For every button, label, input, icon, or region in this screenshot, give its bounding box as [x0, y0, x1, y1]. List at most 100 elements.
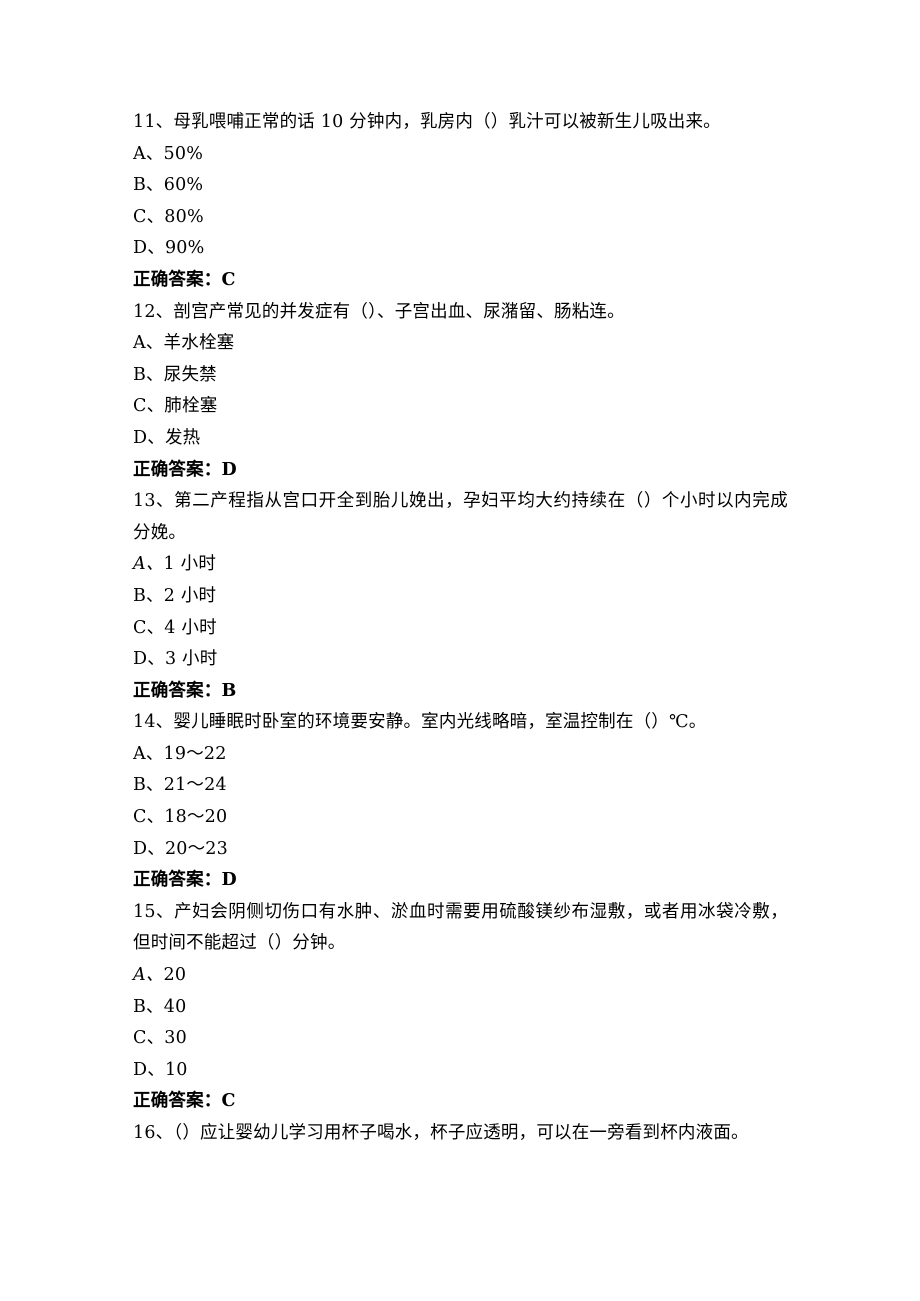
- option-label: A、: [133, 743, 164, 764]
- question-stem: 12、剖宫产常见的并发症有（）、子宫出血、尿潴留、肠粘连。: [133, 297, 788, 329]
- question-number: 14、: [133, 712, 174, 733]
- option-row[interactable]: C、4 小时: [133, 613, 788, 645]
- option-text: 60%: [163, 175, 204, 196]
- option-text: 羊水栓塞: [163, 333, 235, 354]
- option-text: 3 小时: [164, 649, 218, 670]
- option-label: D、: [133, 238, 165, 259]
- question-block: 11、母乳喂哺正常的话 10 分钟内，乳房内（）乳汁可以被新生儿吸出来。 A、50…: [133, 107, 788, 297]
- question-number: 12、: [133, 301, 174, 322]
- option-label: A、: [133, 333, 164, 354]
- question-stem: 14、婴儿睡眠时卧室的环境要安静。室内光线略暗，室温控制在（）℃。: [133, 707, 788, 739]
- question-stem: 16、（）应让婴幼儿学习用杯子喝水，杯子应透明，可以在一旁看到杯内液面。: [133, 1118, 788, 1150]
- correct-answer-label: 正确答案：: [133, 870, 222, 891]
- option-row[interactable]: C、肺栓塞: [133, 391, 788, 423]
- question-number: 15、: [133, 901, 175, 922]
- correct-answer-label: 正确答案：: [133, 680, 222, 701]
- question-number: 13、: [133, 491, 175, 512]
- option-row[interactable]: A、50%: [133, 139, 788, 171]
- question-text: （）应让婴幼儿学习用杯子喝水，杯子应透明，可以在一旁看到杯内液面。: [173, 1123, 749, 1143]
- option-label: D、: [133, 1059, 165, 1080]
- option-label: D、: [133, 649, 165, 670]
- option-label: C、: [133, 1028, 165, 1049]
- question-block: 14、婴儿睡眠时卧室的环境要安静。室内光线略暗，室温控制在（）℃。 A、19～22…: [133, 707, 788, 897]
- option-text: 20～23: [164, 838, 228, 859]
- correct-answer-row: 正确答案：B: [133, 676, 788, 708]
- option-label: B、: [133, 996, 164, 1017]
- correct-answer-value: D: [221, 459, 237, 480]
- question-number: 11、: [133, 112, 174, 132]
- option-row[interactable]: B、2 小时: [133, 581, 788, 613]
- option-label: C、: [133, 807, 165, 828]
- option-row[interactable]: C、80%: [133, 202, 788, 234]
- option-text: 30: [164, 1028, 187, 1049]
- correct-answer-value: D: [221, 870, 237, 891]
- option-text: 20: [163, 965, 187, 986]
- option-label: D、: [133, 838, 165, 859]
- option-text: 18～20: [164, 807, 228, 828]
- correct-answer-label: 正确答案：: [133, 1091, 222, 1112]
- correct-answer-row: 正确答案：C: [133, 265, 788, 297]
- option-text: 21～24: [163, 775, 227, 796]
- option-row[interactable]: A、20: [133, 960, 788, 992]
- option-label: B、: [133, 175, 164, 196]
- option-label: A、: [133, 554, 164, 575]
- option-row[interactable]: B、40: [133, 992, 788, 1024]
- question-block: 13、第二产程指从宫口开全到胎儿娩出，孕妇平均大约持续在（）个小时以内完成分娩。…: [133, 486, 788, 707]
- question-stem: 11、母乳喂哺正常的话 10 分钟内，乳房内（）乳汁可以被新生儿吸出来。: [133, 107, 788, 139]
- option-label: B、: [133, 585, 164, 606]
- correct-answer-label: 正确答案：: [133, 459, 222, 480]
- option-row[interactable]: B、21～24: [133, 770, 788, 802]
- question-stem: 15、产妇会阴侧切伤口有水肿、淤血时需要用硫酸镁纱布湿敷，或者用冰袋冷敷，但时间…: [133, 897, 788, 960]
- option-text: 19～22: [163, 743, 227, 764]
- question-text: 剖宫产常见的并发症有（）、子宫出血、尿潴留、肠粘连。: [173, 301, 625, 322]
- option-row[interactable]: D、3 小时: [133, 644, 788, 676]
- option-row[interactable]: C、18～20: [133, 802, 788, 834]
- question-block: 16、（）应让婴幼儿学习用杯子喝水，杯子应透明，可以在一旁看到杯内液面。: [133, 1118, 788, 1150]
- option-text: 1 小时: [163, 554, 217, 575]
- correct-answer-row: 正确答案：D: [133, 455, 788, 487]
- option-label: A、: [133, 965, 164, 986]
- document-page: { "document": { "answer_label": "正确答案：",…: [0, 0, 920, 1301]
- correct-answer-label: 正确答案：: [133, 269, 222, 290]
- option-row[interactable]: A、羊水栓塞: [133, 328, 788, 360]
- option-text: 4 小时: [164, 617, 217, 638]
- option-row[interactable]: B、60%: [133, 170, 788, 202]
- option-text: 尿失禁: [163, 364, 217, 385]
- option-row[interactable]: D、20～23: [133, 834, 788, 866]
- question-list: 11、母乳喂哺正常的话 10 分钟内，乳房内（）乳汁可以被新生儿吸出来。 A、50…: [133, 107, 788, 1150]
- correct-answer-value: B: [221, 680, 237, 701]
- correct-answer-row: 正确答案：D: [133, 865, 788, 897]
- option-label: B、: [133, 364, 164, 385]
- option-row[interactable]: A、19～22: [133, 739, 788, 771]
- option-row[interactable]: D、10: [133, 1055, 788, 1087]
- question-text: 母乳喂哺正常的话 10 分钟内，乳房内（）乳汁可以被新生儿吸出来。: [173, 112, 721, 132]
- correct-answer-value: C: [221, 269, 236, 290]
- option-row[interactable]: A、1 小时: [133, 549, 788, 581]
- option-row[interactable]: B、尿失禁: [133, 360, 788, 392]
- option-label: A、: [133, 143, 164, 164]
- option-label: C、: [133, 396, 165, 417]
- option-row[interactable]: D、发热: [133, 423, 788, 455]
- question-block: 15、产妇会阴侧切伤口有水肿、淤血时需要用硫酸镁纱布湿敷，或者用冰袋冷敷，但时间…: [133, 897, 788, 1118]
- option-label: D、: [133, 427, 165, 448]
- option-text: 80%: [164, 206, 204, 227]
- correct-answer-row: 正确答案：C: [133, 1086, 788, 1118]
- option-label: B、: [133, 775, 164, 796]
- question-text: 产妇会阴侧切伤口有水肿、淤血时需要用硫酸镁纱布湿敷，或者用冰袋冷敷，但时间不能超…: [133, 901, 788, 954]
- question-text: 婴儿睡眠时卧室的环境要安静。室内光线略暗，室温控制在（）℃。: [173, 712, 707, 733]
- question-text: 第二产程指从宫口开全到胎儿娩出，孕妇平均大约持续在（）个小时以内完成分娩。: [133, 491, 788, 543]
- option-label: C、: [133, 617, 165, 638]
- question-block: 12、剖宫产常见的并发症有（）、子宫出血、尿潴留、肠粘连。 A、羊水栓塞 B、尿失禁…: [133, 297, 788, 487]
- option-text: 40: [163, 996, 187, 1017]
- question-stem: 13、第二产程指从宫口开全到胎儿娩出，孕妇平均大约持续在（）个小时以内完成分娩。: [133, 486, 788, 549]
- option-text: 10: [164, 1059, 188, 1080]
- option-text: 2 小时: [163, 585, 217, 606]
- option-text: 90%: [164, 238, 205, 259]
- option-label: C、: [133, 206, 165, 227]
- option-row[interactable]: D、90%: [133, 233, 788, 265]
- option-row[interactable]: C、30: [133, 1023, 788, 1055]
- option-text: 肺栓塞: [164, 396, 218, 417]
- correct-answer-value: C: [221, 1091, 236, 1112]
- option-text: 发热: [164, 427, 201, 448]
- option-text: 50%: [163, 143, 204, 164]
